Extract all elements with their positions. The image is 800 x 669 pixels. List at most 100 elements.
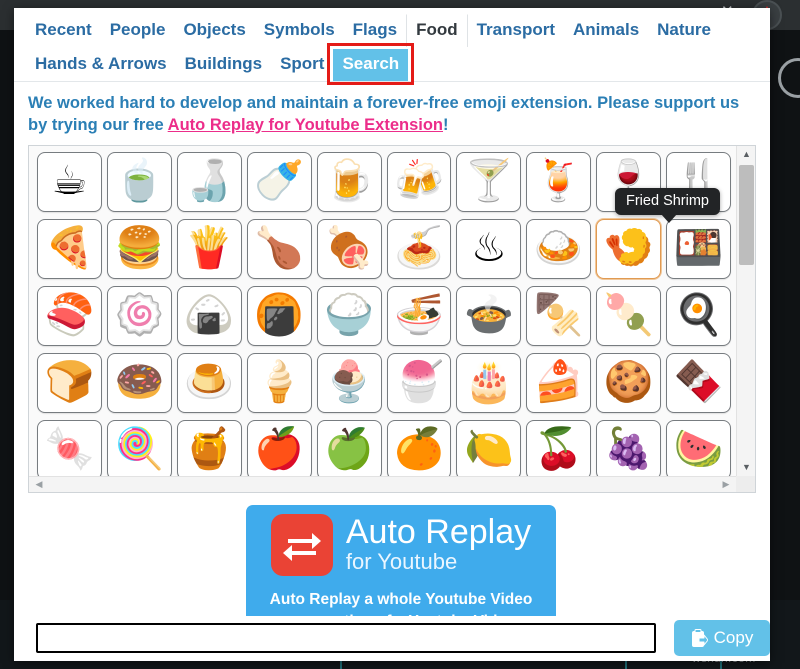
emoji-cell-ice-cream[interactable]: 🍨 — [316, 352, 382, 413]
emoji-cell-curry-rice[interactable]: 🍛 — [526, 218, 592, 279]
emoji-cell-grapes[interactable]: 🍇 — [596, 419, 662, 476]
emoji-cell-spaghetti[interactable]: 🍝 — [386, 218, 452, 279]
emoji-cell-cookie[interactable]: 🍪 — [596, 352, 662, 413]
emoji-cell-french-fries[interactable]: 🍟 — [176, 218, 242, 279]
emoji-cell-fish-cake[interactable]: 🍥 — [106, 285, 172, 346]
emoji-cell-oden[interactable]: 🍢 — [526, 285, 592, 346]
emoji-glyph-cooked-rice: 🍚 — [324, 291, 374, 338]
emoji-cell-custard[interactable]: 🍮 — [176, 352, 242, 413]
emoji-output-input[interactable] — [36, 623, 656, 653]
tab-hands-arrows[interactable]: Hands & Arrows — [26, 49, 176, 81]
copy-button[interactable]: Copy — [674, 620, 770, 656]
tab-symbols[interactable]: Symbols — [255, 15, 344, 47]
emoji-cell-pizza[interactable]: 🍕 — [37, 218, 102, 279]
emoji-cell-rice-ball[interactable]: 🍙 — [176, 285, 242, 346]
emoji-glyph-watermelon: 🍉 — [673, 425, 724, 472]
emoji-cell-clinking-beer-mugs[interactable]: 🍻 — [386, 151, 452, 212]
emoji-cell-pot-of-food[interactable]: 🍲 — [456, 285, 522, 346]
tab-search[interactable]: Search — [333, 49, 409, 81]
emoji-glyph-lemon: 🍋 — [463, 425, 514, 472]
emoji-glyph-shaved-ice: 🍧 — [394, 358, 444, 405]
emoji-cell-dango[interactable]: 🍡 — [596, 285, 662, 346]
emoji-cell-poultry-leg[interactable]: 🍗 — [246, 218, 312, 279]
emoji-cell-honey-pot[interactable]: 🍯 — [176, 419, 242, 476]
tab-nature[interactable]: Nature — [648, 15, 720, 47]
emoji-cell-hamburger[interactable]: 🍔 — [106, 218, 172, 279]
tab-flags[interactable]: Flags — [344, 15, 406, 47]
emoji-cell-soft-ice-cream[interactable]: 🍦 — [246, 352, 312, 413]
emoji-cell-rice-cracker[interactable]: 🍘 — [246, 285, 312, 346]
emoji-glyph-baby-bottle: 🍼 — [254, 157, 305, 204]
scroll-left-arrow-icon[interactable]: ◀ — [31, 477, 47, 492]
emoji-cell-cooking-egg[interactable]: 🍳 — [666, 285, 732, 346]
emoji-glyph-bento-box: 🍱 — [673, 224, 724, 271]
emoji-cell-cooked-rice[interactable]: 🍚 — [316, 285, 382, 346]
auto-replay-extension-link[interactable]: Auto Replay for Youtube Extension — [168, 116, 443, 134]
emoji-cell-tangerine[interactable]: 🍊 — [386, 419, 452, 476]
emoji-cell-sake[interactable]: 🍶 — [176, 151, 242, 212]
ad-title-block: Auto Replay for Youtube — [346, 515, 531, 575]
scroll-right-arrow-icon[interactable]: ▶ — [718, 477, 734, 492]
scroll-up-arrow-icon[interactable]: ▲ — [737, 146, 756, 163]
emoji-cell-tropical-drink[interactable]: 🍹 — [526, 151, 592, 212]
emoji-glyph-dango: 🍡 — [603, 291, 654, 338]
tab-sport[interactable]: Sport — [271, 49, 333, 81]
emoji-cell-beer-mug[interactable]: 🍺 — [316, 151, 382, 212]
emoji-glyph-fish-cake: 🍥 — [114, 291, 165, 338]
emoji-cell-sushi[interactable]: 🍣 — [37, 285, 102, 346]
emoji-glyph-shortcake: 🍰 — [533, 358, 584, 405]
promo-text: We worked hard to develop and maintain a… — [14, 82, 770, 143]
emoji-cell-lemon[interactable]: 🍋 — [456, 419, 522, 476]
emoji-cell-birthday-cake[interactable]: 🎂 — [456, 352, 522, 413]
emoji-cell-teacup-without-handle[interactable]: 🍵 — [106, 151, 172, 212]
emoji-cell-hot-beverage[interactable]: ☕ — [37, 151, 102, 212]
emoji-cell-bento-box[interactable]: 🍱 — [666, 218, 732, 279]
emoji-glyph-cocktail-glass: 🍸 — [463, 157, 514, 204]
emoji-cell-bread[interactable]: 🍞 — [37, 352, 102, 413]
emoji-cell-doughnut[interactable]: 🍩 — [106, 352, 172, 413]
tab-transport[interactable]: Transport — [468, 15, 564, 47]
horizontal-scrollbar[interactable]: ◀ ▶ — [29, 475, 736, 492]
emoji-glyph-pizza: 🍕 — [44, 224, 95, 271]
tab-animals[interactable]: Animals — [564, 15, 648, 47]
emoji-cell-lollipop[interactable]: 🍭 — [106, 419, 172, 476]
emoji-cell-cherries[interactable]: 🍒 — [526, 419, 592, 476]
emoji-grid-panel: ☕ 🍵 🍶 🍼 🍺 🍻 🍸 🍹 🍷 🍴 🍕 🍔 🍟 🍗 🍖 🍝 ♨ 🍛 🍤 🍱 🍣 🍥 🍙 🍘 🍚 🍜 🍲 🍢 🍡 🍳 🍞 🍩 🍮 🍦 🍨 🍧 🎂 🍰 🍪 🍫… — [28, 144, 756, 493]
vertical-scrollbar[interactable]: ▲ ▼ — [736, 145, 756, 476]
emoji-cell-baby-bottle[interactable]: 🍼 — [246, 151, 312, 212]
emoji-cell-chocolate-bar[interactable]: 🍫 — [666, 352, 732, 413]
emoji-cell-red-apple[interactable]: 🍎 — [246, 419, 312, 476]
tab-objects[interactable]: Objects — [174, 15, 254, 47]
tab-buildings[interactable]: Buildings — [176, 49, 271, 81]
emoji-glyph-teacup-without-handle: 🍵 — [114, 157, 165, 204]
ad-header: Auto Replay for Youtube — [270, 513, 531, 576]
emoji-cell-steaming-bowl[interactable]: ♨ — [456, 218, 522, 279]
emoji-glyph-rice-cracker: 🍘 — [254, 291, 305, 338]
emoji-tooltip: Fried Shrimp — [615, 187, 720, 223]
emoji-glyph-cooking-egg: 🍳 — [673, 291, 724, 338]
tab-people[interactable]: People — [101, 15, 175, 47]
emoji-cell-watermelon[interactable]: 🍉 — [666, 419, 732, 476]
emoji-glyph-sake: 🍶 — [184, 157, 235, 204]
ad-title: Auto Replay — [345, 512, 532, 551]
emoji-cell-cocktail-glass[interactable]: 🍸 — [456, 151, 522, 212]
emoji-cell-cut-of-meat[interactable]: 🍖 — [316, 218, 382, 279]
emoji-cell-fried-shrimp[interactable]: 🍤 — [596, 218, 662, 279]
tab-food[interactable]: Food — [406, 14, 468, 47]
emoji-glyph-cut-of-meat: 🍖 — [324, 224, 374, 271]
vertical-scrollbar-thumb[interactable] — [739, 164, 754, 265]
tab-recent[interactable]: Recent — [26, 15, 101, 47]
emoji-cell-steaming-noodles[interactable]: 🍜 — [386, 285, 452, 346]
category-tab-bar: Recent People Objects Symbols Flags Food Trans… — [14, 8, 770, 85]
emoji-cell-shortcake[interactable]: 🍰 — [526, 352, 592, 413]
emoji-glyph-spaghetti: 🍝 — [394, 224, 444, 271]
emoji-glyph-pot-of-food: 🍲 — [463, 291, 514, 338]
emoji-cell-candy[interactable]: 🍬 — [37, 419, 102, 476]
paste-clipboard-icon — [691, 628, 708, 647]
emoji-cell-green-apple[interactable]: 🍏 — [316, 419, 382, 476]
scroll-down-arrow-icon[interactable]: ▼ — [737, 459, 756, 476]
emoji-glyph-doughnut: 🍩 — [114, 358, 165, 405]
emoji-glyph-hot-beverage: ☕ — [51, 157, 88, 204]
emoji-cell-shaved-ice[interactable]: 🍧 — [386, 352, 452, 413]
emoji-tooltip-label: Fried Shrimp — [626, 192, 709, 209]
